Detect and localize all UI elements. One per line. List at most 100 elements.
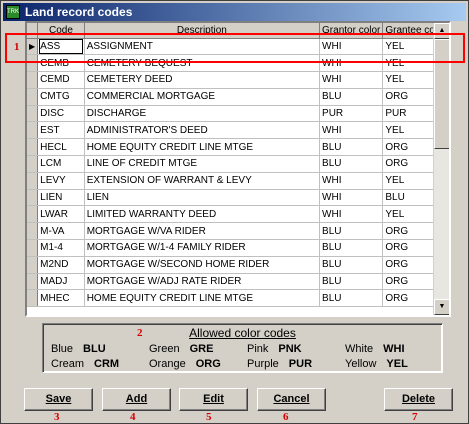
marker-4: 4 bbox=[130, 411, 136, 423]
row-indicator bbox=[27, 88, 39, 106]
table-row[interactable]: M-VA MORTGAGE W/VA RIDER BLU ORG bbox=[27, 222, 449, 241]
grantor-color-cell[interactable]: BLU bbox=[319, 222, 384, 241]
table-row[interactable]: CMTG COMMERCIAL MORTGAGE BLU ORG bbox=[27, 88, 449, 106]
description-cell[interactable]: HOME EQUITY CREDIT LINE MTGE bbox=[84, 289, 321, 308]
description-cell[interactable]: LIEN bbox=[84, 189, 321, 207]
description-cell[interactable]: COMMERCIAL MORTGAGE bbox=[84, 88, 321, 106]
description-cell[interactable]: MORTGAGE W/1-4 FAMILY RIDER bbox=[84, 239, 321, 257]
description-cell[interactable]: CEMETERY DEED bbox=[84, 71, 321, 89]
table-row[interactable]: LCM LINE OF CREDIT MTGE BLU ORG bbox=[27, 155, 449, 173]
color-code-white: White WHI bbox=[345, 343, 405, 355]
table-row[interactable]: CEMD CEMETERY DEED WHI YEL bbox=[27, 71, 449, 89]
app-icon: TRK bbox=[6, 5, 20, 19]
grantor-color-cell[interactable]: BLU bbox=[319, 273, 384, 291]
grantor-color-cell[interactable]: WHI bbox=[319, 189, 384, 207]
code-cell[interactable]: LEVY bbox=[37, 172, 85, 190]
description-cell[interactable]: HOME EQUITY CREDIT LINE MTGE bbox=[84, 138, 321, 157]
codes-grid: Code Description Grantor color Grantee c… bbox=[25, 21, 451, 317]
code-cell[interactable]: MHEC bbox=[37, 289, 85, 308]
code-cell[interactable]: LCM bbox=[37, 155, 85, 173]
land-record-codes-window: TRK Land record codes Code Description G… bbox=[0, 0, 469, 424]
color-code-cream: Cream CRM bbox=[51, 358, 120, 370]
code-cell[interactable]: LIEN bbox=[37, 189, 85, 207]
table-row[interactable]: M1-4 MORTGAGE W/1-4 FAMILY RIDER BLU ORG bbox=[27, 239, 449, 257]
table-row[interactable]: M2ND MORTGAGE W/SECOND HOME RIDER BLU ORG bbox=[27, 256, 449, 274]
row-indicator bbox=[27, 71, 39, 89]
table-row[interactable]: LIEN LIEN WHI BLU bbox=[27, 189, 449, 207]
window-title: Land record codes bbox=[25, 5, 133, 19]
code-cell[interactable]: M2ND bbox=[37, 256, 85, 274]
color-code-pink: Pink PNK bbox=[247, 343, 302, 355]
row-indicator bbox=[27, 273, 39, 291]
table-row[interactable]: EST ADMINISTRATOR'S DEED WHI YEL bbox=[27, 121, 449, 140]
color-code-orange: Orange ORG bbox=[149, 358, 221, 370]
color-code-yellow: Yellow YEL bbox=[345, 358, 408, 370]
delete-button[interactable]: Delete bbox=[384, 388, 453, 411]
row-indicator bbox=[27, 289, 39, 308]
row-indicator bbox=[27, 138, 39, 157]
marker-1: 1 bbox=[14, 41, 20, 53]
title-bar: TRK Land record codes bbox=[3, 3, 466, 21]
code-cell[interactable]: EST bbox=[37, 121, 85, 140]
grantor-color-cell[interactable]: WHI bbox=[319, 121, 384, 140]
description-cell[interactable]: MORTGAGE W/SECOND HOME RIDER bbox=[84, 256, 321, 274]
row-indicator bbox=[27, 105, 39, 123]
cancel-button[interactable]: Cancel bbox=[257, 388, 326, 411]
row-indicator bbox=[27, 172, 39, 190]
row-indicator bbox=[27, 256, 39, 274]
description-cell[interactable]: EXTENSION OF WARRANT & LEVY bbox=[84, 172, 321, 190]
grantor-color-cell[interactable]: PUR bbox=[319, 105, 384, 123]
table-row[interactable]: LEVY EXTENSION OF WARRANT & LEVY WHI YEL bbox=[27, 172, 449, 190]
grantor-color-cell[interactable]: BLU bbox=[319, 289, 384, 308]
color-code-purple: Purple PUR bbox=[247, 358, 313, 370]
marker-6: 6 bbox=[283, 411, 289, 423]
row-indicator bbox=[27, 189, 39, 207]
color-code-green: Green GRE bbox=[149, 343, 214, 355]
table-row[interactable]: DISC DISCHARGE PUR PUR bbox=[27, 105, 449, 123]
row-indicator bbox=[27, 239, 39, 257]
code-cell[interactable]: CMTG bbox=[37, 88, 85, 106]
code-cell[interactable]: MADJ bbox=[37, 273, 85, 291]
grantor-color-cell[interactable]: BLU bbox=[319, 88, 384, 106]
grantor-color-cell[interactable]: BLU bbox=[319, 256, 384, 274]
grantor-color-cell[interactable]: WHI bbox=[319, 172, 384, 190]
grantor-color-cell[interactable]: BLU bbox=[319, 138, 384, 157]
row-indicator bbox=[27, 222, 39, 241]
table-row[interactable]: MADJ MORTGAGE W/ADJ RATE RIDER BLU ORG bbox=[27, 273, 449, 291]
code-cell[interactable]: M1-4 bbox=[37, 239, 85, 257]
codes-table: Code Description Grantor color Grantee c… bbox=[27, 23, 449, 308]
grantor-color-cell[interactable]: BLU bbox=[319, 155, 384, 173]
description-cell[interactable]: MORTGAGE W/ADJ RATE RIDER bbox=[84, 273, 321, 291]
code-cell[interactable]: HECL bbox=[37, 138, 85, 157]
allowed-color-codes-panel: Allowed color codes Blue BLU Green GRE Pin… bbox=[42, 323, 443, 373]
scroll-down-button[interactable]: ▼ bbox=[434, 299, 449, 315]
description-cell[interactable]: MORTGAGE W/VA RIDER bbox=[84, 222, 321, 241]
edit-button[interactable]: Edit bbox=[179, 388, 248, 411]
marker-5: 5 bbox=[206, 411, 212, 423]
description-cell[interactable]: DISCHARGE bbox=[84, 105, 321, 123]
code-cell[interactable]: M-VA bbox=[37, 222, 85, 241]
grantor-color-cell[interactable]: WHI bbox=[319, 205, 384, 224]
marker-2: 2 bbox=[137, 327, 143, 339]
code-cell[interactable]: DISC bbox=[37, 105, 85, 123]
marker-3: 3 bbox=[54, 411, 60, 423]
row-indicator bbox=[27, 155, 39, 173]
code-cell[interactable]: LWAR bbox=[37, 205, 85, 224]
save-button[interactable]: Save bbox=[24, 388, 93, 411]
grantor-color-cell[interactable]: BLU bbox=[319, 239, 384, 257]
grantor-color-cell[interactable]: WHI bbox=[319, 71, 384, 89]
code-cell[interactable]: CEMD bbox=[37, 71, 85, 89]
grid-scrollbar[interactable]: ▲ ▼ bbox=[433, 23, 449, 315]
description-cell[interactable]: LINE OF CREDIT MTGE bbox=[84, 155, 321, 173]
row-indicator bbox=[27, 205, 39, 224]
row-indicator bbox=[27, 121, 39, 140]
color-code-blue: Blue BLU bbox=[51, 343, 106, 355]
table-row[interactable]: MHEC HOME EQUITY CREDIT LINE MTGE BLU ORG bbox=[27, 289, 449, 308]
current-row-highlight bbox=[5, 33, 465, 63]
table-row[interactable]: HECL HOME EQUITY CREDIT LINE MTGE BLU ORG bbox=[27, 138, 449, 157]
add-button[interactable]: Add bbox=[102, 388, 171, 411]
table-row[interactable]: LWAR LIMITED WARRANTY DEED WHI YEL bbox=[27, 205, 449, 224]
description-cell[interactable]: ADMINISTRATOR'S DEED bbox=[84, 121, 321, 140]
description-cell[interactable]: LIMITED WARRANTY DEED bbox=[84, 205, 321, 224]
marker-7: 7 bbox=[412, 411, 418, 423]
